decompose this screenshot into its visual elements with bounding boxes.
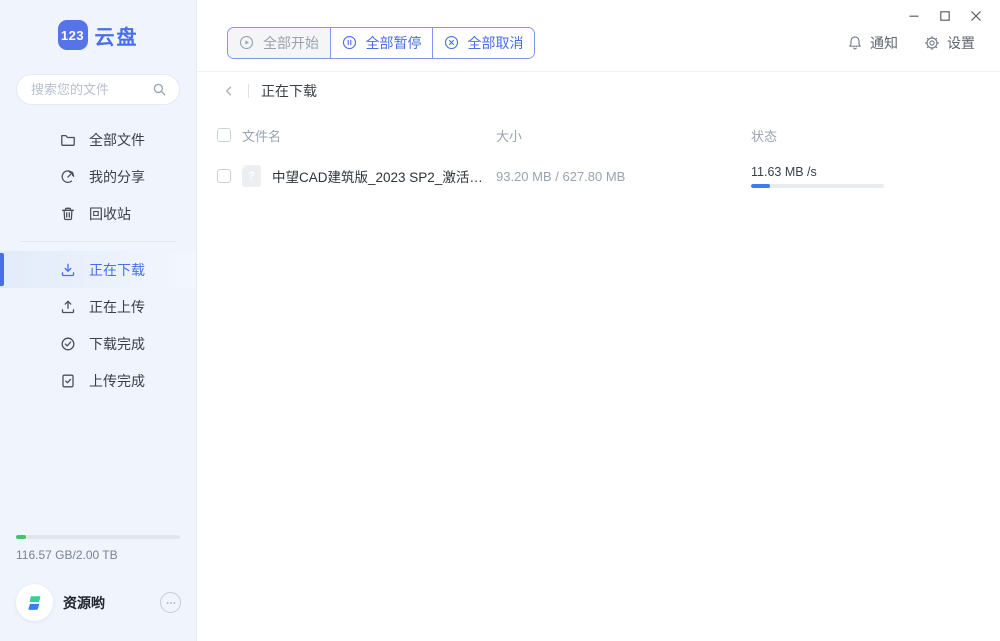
sidebar-item-label: 回收站 [89,204,131,224]
upload-icon [60,299,76,315]
storage-bar [16,535,180,539]
avatar-logo-icon [24,592,46,614]
breadcrumb: 正在下载 [197,72,1000,110]
sidebar: 123 云盘 全部文件 [0,0,197,641]
gear-icon [924,35,940,51]
sidebar-item-label: 我的分享 [89,167,145,187]
sidebar-item-label: 上传完成 [89,371,145,391]
sidebar-divider [20,241,176,242]
minimize-button[interactable] [903,7,925,25]
app-window: 123 云盘 全部文件 [0,0,1000,641]
logo-text: 云盘 [95,21,139,50]
start-all-label: 全部开始 [263,33,319,53]
column-header-size: 大小 [496,126,751,145]
toolbar-header: 全部开始 全部暂停 全部取消 [197,0,1000,72]
sidebar-item-uploading[interactable]: 正在上传 [0,288,196,325]
app-logo: 123 云盘 [0,0,196,64]
main-area: 全部开始 全部暂停 全部取消 [197,0,1000,641]
sidebar-item-label: 全部文件 [89,130,145,150]
page-title: 正在下载 [261,81,317,101]
breadcrumb-divider [248,84,249,98]
share-icon [60,169,76,185]
download-icon [60,262,76,278]
file-status: 11.63 MB /s [751,165,980,188]
sidebar-nav: 全部文件 我的分享 [0,121,196,399]
cancel-all-label: 全部取消 [468,33,524,53]
folder-icon [60,132,76,148]
notifications-button[interactable]: 通知 [847,33,898,53]
maximize-icon [939,10,951,22]
doc-check-icon [60,373,76,389]
user-name: 资源哟 [63,593,150,613]
close-button[interactable] [965,7,987,25]
start-all-button[interactable]: 全部开始 [228,28,330,58]
search-input[interactable] [31,82,152,97]
search-icon[interactable] [152,82,167,97]
sidebar-item-recycle-bin[interactable]: 回收站 [0,195,196,232]
pause-all-label: 全部暂停 [366,33,422,53]
storage-usage-text: 116.57 GB/2.00 TB [16,548,180,562]
maximize-button[interactable] [934,7,956,25]
user-row[interactable]: 资源哟 [0,566,196,641]
bell-icon [847,35,863,51]
table-row[interactable]: ? 中望CAD建筑版_2023 SP2_激活版.7z 93.20 MB / 62… [217,156,980,196]
play-circle-icon [239,35,254,50]
avatar[interactable] [16,584,53,621]
file-name: 中望CAD建筑版_2023 SP2_激活版.7z [272,166,496,186]
notifications-label: 通知 [870,33,898,53]
search-box[interactable] [16,74,180,105]
storage-meter: 116.57 GB/2.00 TB [0,535,196,566]
sidebar-item-download-complete[interactable]: 下载完成 [0,325,196,362]
sidebar-item-label: 正在上传 [89,297,145,317]
column-header-name: 文件名 [242,126,281,145]
ellipsis-icon [165,597,177,609]
select-all-checkbox[interactable] [217,128,231,142]
sidebar-item-label: 正在下载 [89,260,145,280]
column-header-status: 状态 [751,126,980,145]
storage-bar-fill [16,535,26,539]
settings-label: 设置 [947,33,975,53]
user-more-button[interactable] [160,592,181,613]
sidebar-item-label: 下载完成 [89,334,145,354]
progress-bar [751,184,884,188]
minimize-icon [908,10,920,22]
download-speed: 11.63 MB /s [751,165,980,179]
file-size: 93.20 MB / 627.80 MB [496,169,751,184]
cancel-circle-icon [444,35,459,50]
sidebar-item-all-files[interactable]: 全部文件 [0,121,196,158]
logo-badge-icon: 123 [58,20,88,50]
downloads-table: 文件名 大小 状态 ? 中望CAD建筑版_2023 SP2_激活版.7z 93.… [197,110,1000,196]
close-icon [970,10,982,22]
sidebar-spacer [0,399,196,535]
sidebar-item-upload-complete[interactable]: 上传完成 [0,362,196,399]
settings-button[interactable]: 设置 [924,33,975,53]
row-checkbox[interactable] [217,169,231,183]
pause-all-button[interactable]: 全部暂停 [330,28,432,58]
trash-icon [60,206,76,222]
cancel-all-button[interactable]: 全部取消 [432,28,534,58]
table-header-row: 文件名 大小 状态 [217,124,980,146]
sidebar-item-my-shares[interactable]: 我的分享 [0,158,196,195]
progress-bar-fill [751,184,770,188]
window-controls [903,7,987,25]
chevron-left-icon [222,84,236,98]
back-button[interactable] [222,84,236,98]
check-circle-icon [60,336,76,352]
batch-action-group: 全部开始 全部暂停 全部取消 [227,27,535,59]
sidebar-item-downloading[interactable]: 正在下载 [0,251,196,288]
header-right: 通知 设置 [847,33,975,53]
unknown-file-icon: ? [242,165,261,187]
pause-circle-icon [342,35,357,50]
